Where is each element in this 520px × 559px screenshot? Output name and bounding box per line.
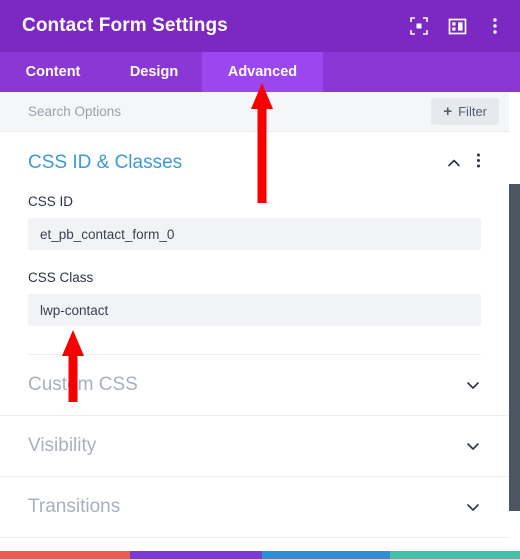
- section-css-id-classes: CSS ID & Classes CSS ID et_pb_contact_fo…: [0, 132, 509, 355]
- filter-button-label: Filter: [458, 104, 487, 119]
- tab-content[interactable]: Content: [0, 52, 106, 92]
- tab-advanced[interactable]: Advanced: [202, 52, 323, 92]
- settings-tabs: Content Design Advanced: [0, 52, 520, 92]
- section-transitions[interactable]: Transitions: [0, 477, 509, 538]
- chevron-down-icon[interactable]: [465, 377, 481, 393]
- plus-icon: +: [443, 103, 453, 120]
- scrollbar-thumb[interactable]: [509, 184, 520, 511]
- css-class-input[interactable]: [28, 294, 481, 326]
- section-header-icons: [446, 152, 481, 174]
- section-header[interactable]: CSS ID & Classes: [28, 152, 481, 174]
- chevron-down-icon[interactable]: [465, 438, 481, 454]
- divi-module-settings-modal: Contact Form Settings Content Design Adv…: [0, 0, 520, 559]
- header-actions: [408, 15, 506, 37]
- filter-button[interactable]: + Filter: [431, 98, 499, 125]
- color-segment-red: [0, 551, 130, 559]
- color-segment-blue: [262, 551, 390, 559]
- css-id-input[interactable]: [28, 218, 481, 250]
- layout-view-icon[interactable]: [446, 15, 468, 37]
- settings-panel: CSS ID & Classes CSS ID et_pb_contact_fo…: [0, 132, 509, 559]
- section-title: Visibility: [28, 435, 97, 456]
- search-bar: + Filter: [0, 92, 509, 132]
- more-options-icon[interactable]: [484, 15, 506, 37]
- page-title: Contact Form Settings: [22, 15, 228, 36]
- tab-design[interactable]: Design: [106, 52, 202, 92]
- color-segment-teal: [390, 551, 520, 559]
- section-more-options-icon[interactable]: [476, 152, 481, 174]
- bottom-color-bar: [0, 551, 520, 559]
- modal-header: Contact Form Settings: [0, 0, 520, 52]
- section-title: Custom CSS: [28, 374, 138, 395]
- chevron-up-icon[interactable]: [446, 155, 462, 171]
- field-css-id: CSS ID: [28, 194, 481, 250]
- search-input[interactable]: [28, 104, 432, 119]
- section-custom-css[interactable]: Custom CSS: [0, 355, 509, 416]
- section-title: CSS ID & Classes: [28, 152, 183, 173]
- field-label: CSS ID: [28, 194, 74, 209]
- scrollbar-track[interactable]: [509, 92, 520, 559]
- focus-mode-icon[interactable]: [408, 15, 430, 37]
- section-title: Transitions: [28, 496, 121, 517]
- color-segment-purple: [130, 551, 262, 559]
- field-label: CSS Class: [28, 270, 94, 285]
- field-css-class: CSS Class: [28, 270, 481, 326]
- section-visibility[interactable]: Visibility: [0, 416, 509, 477]
- chevron-down-icon[interactable]: [465, 499, 481, 515]
